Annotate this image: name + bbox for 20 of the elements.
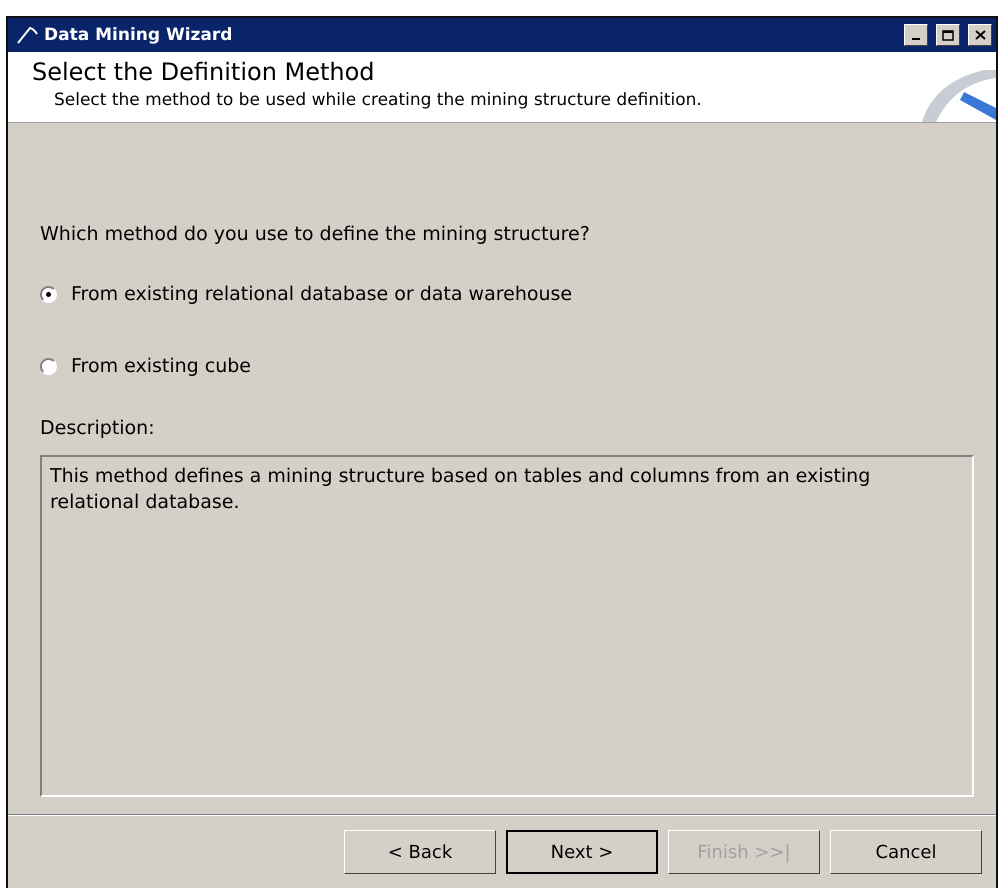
question-text: Which method do you use to define the mining structure?: [40, 223, 591, 245]
close-icon: [974, 30, 986, 40]
wizard-button[interactable]: Next >: [506, 830, 658, 874]
description-text: This method defines a mining structure based on tables and columns from an existing relational database.: [40, 455, 974, 797]
option-label[interactable]: From existing cube: [71, 355, 251, 377]
window-title: Data Mining Wizard: [44, 25, 234, 45]
close-button[interactable]: [968, 24, 992, 46]
description-label: Description:: [40, 417, 156, 439]
maximize-icon: [942, 30, 954, 40]
minimize-icon: [912, 38, 920, 40]
minimize-button[interactable]: [904, 24, 928, 46]
page-title: Select the Definition Method: [32, 58, 376, 86]
page-subtitle: Select the method to be used while creating the mining structure definition.: [53, 90, 702, 110]
wizard-button[interactable]: < Back: [344, 830, 496, 874]
option-label[interactable]: From existing relational database or data warehouse: [71, 283, 572, 305]
pickaxe-icon: [16, 25, 38, 45]
wizard-button[interactable]: Cancel: [830, 830, 982, 874]
maximize-button[interactable]: [936, 24, 960, 46]
radio-button[interactable]: [40, 286, 57, 302]
radio-button[interactable]: [40, 358, 57, 374]
